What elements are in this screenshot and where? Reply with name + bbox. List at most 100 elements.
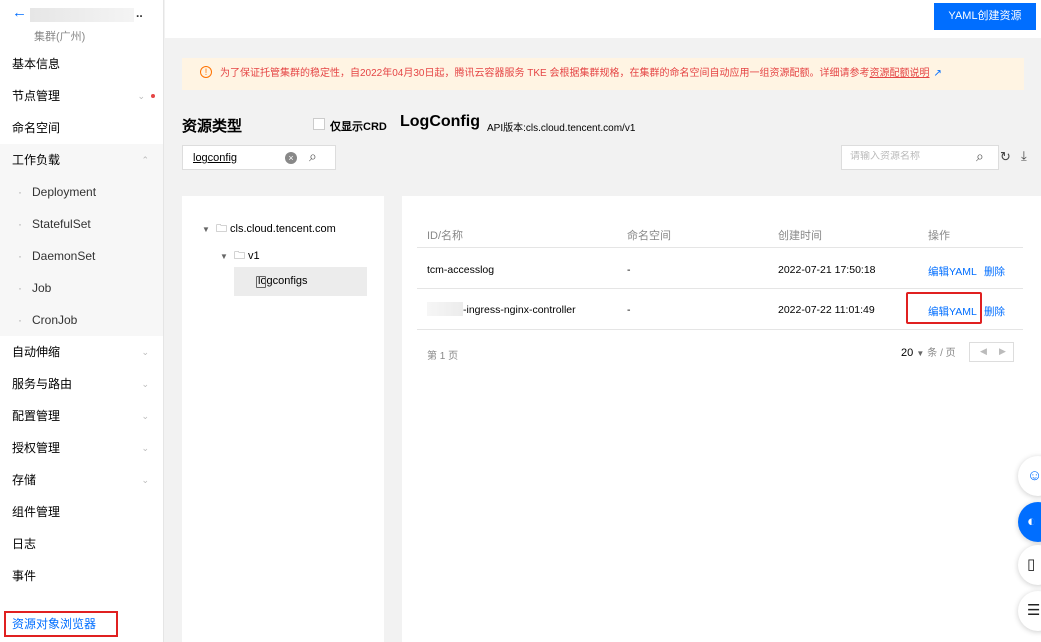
file-icon bbox=[256, 276, 266, 288]
folder-icon: 🗀 bbox=[234, 250, 245, 262]
resource-name-input[interactable] bbox=[850, 151, 960, 162]
sidebar-subitem-cronjob[interactable]: · CronJob bbox=[0, 304, 163, 336]
sidebar-item-autoscaling[interactable]: 自动伸缩 ⌄ bbox=[0, 336, 163, 368]
sidebar-group-workload: 工作负载 ⌃ · Deployment · StatefulSet · DaemonSe… bbox=[0, 144, 163, 336]
sidebar-item-basic-info[interactable]: 基本信息 bbox=[0, 48, 163, 80]
sidebar-subitem-label: CronJob bbox=[32, 313, 78, 327]
page-indicator: 第 1 页 bbox=[427, 351, 459, 362]
tree-node-label: v1 bbox=[248, 250, 260, 262]
resource-type-title: 资源类型 bbox=[182, 118, 243, 135]
column-header-namespace: 命名空间 bbox=[627, 230, 671, 242]
chevron-down-icon: ⌄ bbox=[141, 411, 149, 421]
sidebar-item-label: 自动伸缩 bbox=[12, 345, 61, 359]
sidebar-item-config[interactable]: 配置管理 ⌄ bbox=[0, 400, 163, 432]
sidebar-item-label: 日志 bbox=[12, 537, 37, 551]
bullet-icon: · bbox=[18, 185, 22, 199]
clear-icon[interactable]: × bbox=[285, 152, 297, 164]
cluster-region: 集群(广州) bbox=[34, 31, 86, 43]
quota-doc-link[interactable]: 资源配额说明 bbox=[870, 68, 930, 79]
notice-text: 为了保证托管集群的稳定性，自2022年04月30日起，腾讯云容器服务 TKE 会… bbox=[220, 68, 870, 79]
external-link-icon[interactable]: ↗ bbox=[934, 68, 942, 79]
crd-only-checkbox[interactable] bbox=[313, 118, 325, 130]
chevron-down-icon: ⌄ bbox=[137, 91, 145, 101]
folder-icon: 🗀 bbox=[216, 223, 227, 235]
search-icon[interactable]: ⌕ bbox=[309, 148, 317, 165]
yaml-create-button[interactable]: YAML创建资源 bbox=[934, 3, 1036, 30]
caret-down-icon[interactable]: ▼ bbox=[202, 225, 216, 234]
bullet-icon: · bbox=[18, 249, 22, 263]
tree-node-label: cls.cloud.tencent.com bbox=[230, 223, 336, 235]
resource-type-search[interactable]: logconfig × ⌕ bbox=[182, 145, 336, 170]
sidebar-item-label: 授权管理 bbox=[12, 441, 61, 455]
back-arrow-icon[interactable]: ← bbox=[12, 5, 27, 21]
sidebar-item-node-management[interactable]: 节点管理 ⌄ bbox=[0, 80, 163, 112]
sidebar-item-storage[interactable]: 存储 ⌄ bbox=[0, 464, 163, 496]
bullet-icon: · bbox=[18, 313, 22, 327]
search-icon[interactable]: ⌕ bbox=[976, 148, 984, 165]
sidebar-item-label: 服务与路由 bbox=[12, 377, 73, 391]
sidebar-item-components[interactable]: 组件管理 bbox=[0, 496, 163, 528]
sidebar-item-namespace[interactable]: 命名空间 bbox=[0, 112, 163, 144]
download-icon[interactable]: ⤓ bbox=[1021, 148, 1027, 164]
refresh-icon[interactable]: ↻ bbox=[1000, 149, 1011, 165]
resource-name-search[interactable]: ⌕ bbox=[841, 145, 999, 170]
chevron-down-icon: ⌄ bbox=[141, 379, 149, 389]
row-name[interactable]: tcm-accesslog bbox=[427, 264, 494, 276]
sidebar: ← .. 集群(广州) 基本信息 节点管理 ⌄ 命名空间 工作负载 ⌃ · Deplo… bbox=[0, 0, 164, 642]
tree-node-resource[interactable]: logconfigs bbox=[234, 267, 367, 296]
sidebar-item-resource-browser[interactable]: 资源对象浏览器 bbox=[4, 611, 118, 637]
row-created: 2022-07-22 11:01:49 bbox=[778, 304, 875, 316]
edit-yaml-link[interactable]: 编辑YAML bbox=[928, 264, 977, 279]
resource-tree bbox=[182, 196, 384, 642]
warning-icon: ! bbox=[200, 66, 212, 79]
sidebar-item-label: 命名空间 bbox=[12, 121, 61, 135]
column-header-name: ID/名称 bbox=[427, 230, 464, 242]
sidebar-subitem-statefulset[interactable]: · StatefulSet bbox=[0, 208, 163, 240]
cluster-name-redacted bbox=[30, 8, 134, 22]
sidebar-item-label: 存储 bbox=[12, 473, 37, 487]
pagination: ◀ ▶ bbox=[969, 342, 1014, 362]
delete-link[interactable]: 删除 bbox=[984, 304, 1005, 319]
tree-node-group[interactable]: ▼ 🗀 cls.cloud.tencent.com bbox=[202, 220, 336, 239]
sidebar-subitem-label: Deployment bbox=[32, 185, 97, 199]
caret-down-icon[interactable]: ▼ bbox=[916, 349, 924, 358]
sidebar-item-label: 节点管理 bbox=[12, 89, 61, 103]
cluster-more[interactable]: .. bbox=[136, 6, 143, 20]
sidebar-item-events[interactable]: 事件 bbox=[0, 560, 163, 592]
sidebar-item-label: 工作负载 bbox=[12, 153, 61, 167]
row-namespace: - bbox=[627, 304, 631, 316]
bullet-icon: · bbox=[18, 281, 22, 295]
sidebar-item-workload[interactable]: 工作负载 ⌃ bbox=[0, 144, 163, 176]
chevron-down-icon: ⌄ bbox=[141, 347, 149, 357]
sidebar-item-label: 配置管理 bbox=[12, 409, 61, 423]
highlight-box bbox=[906, 292, 982, 324]
sidebar-item-label: 组件管理 bbox=[12, 505, 61, 519]
delete-link[interactable]: 删除 bbox=[984, 264, 1005, 279]
next-page-button[interactable]: ▶ bbox=[999, 346, 1006, 357]
sidebar-subitem-job[interactable]: · Job bbox=[0, 272, 163, 304]
column-header-actions: 操作 bbox=[928, 230, 950, 242]
sidebar-subitem-daemonset[interactable]: · DaemonSet bbox=[0, 240, 163, 272]
redacted-name-prefix bbox=[427, 302, 463, 316]
tree-node-version[interactable]: ▼ 🗀 v1 bbox=[220, 247, 260, 266]
crd-only-label[interactable]: 仅显示CRD bbox=[330, 118, 387, 134]
sidebar-subitem-label: DaemonSet bbox=[32, 249, 96, 263]
caret-down-icon[interactable]: ▼ bbox=[220, 252, 234, 261]
sidebar-item-logs[interactable]: 日志 bbox=[0, 528, 163, 560]
api-version: API版本:cls.cloud.tencent.com/v1 bbox=[487, 123, 636, 134]
resource-table-panel bbox=[402, 196, 1041, 642]
page-size-select[interactable]: 20 ▼ 条 / 页 bbox=[901, 344, 956, 359]
divider bbox=[417, 288, 1023, 289]
page-size-value[interactable]: 20 bbox=[901, 347, 913, 359]
top-bar: YAML创建资源 bbox=[165, 0, 1041, 38]
sidebar-item-authorization[interactable]: 授权管理 ⌄ bbox=[0, 432, 163, 464]
sidebar-subitem-label: Job bbox=[32, 281, 52, 295]
resource-search-value[interactable]: logconfig bbox=[193, 152, 237, 164]
quota-notice: ! 为了保证托管集群的稳定性，自2022年04月30日起，腾讯云容器服务 TKE … bbox=[182, 58, 1024, 90]
sidebar-item-service-routing[interactable]: 服务与路由 ⌄ bbox=[0, 368, 163, 400]
sidebar-subitem-deployment[interactable]: · Deployment bbox=[0, 176, 163, 208]
prev-page-button[interactable]: ◀ bbox=[980, 346, 987, 357]
sidebar-item-label: 事件 bbox=[12, 569, 37, 583]
bullet-icon: · bbox=[18, 217, 22, 231]
row-name[interactable]: -ingress-nginx-controller bbox=[463, 304, 576, 316]
